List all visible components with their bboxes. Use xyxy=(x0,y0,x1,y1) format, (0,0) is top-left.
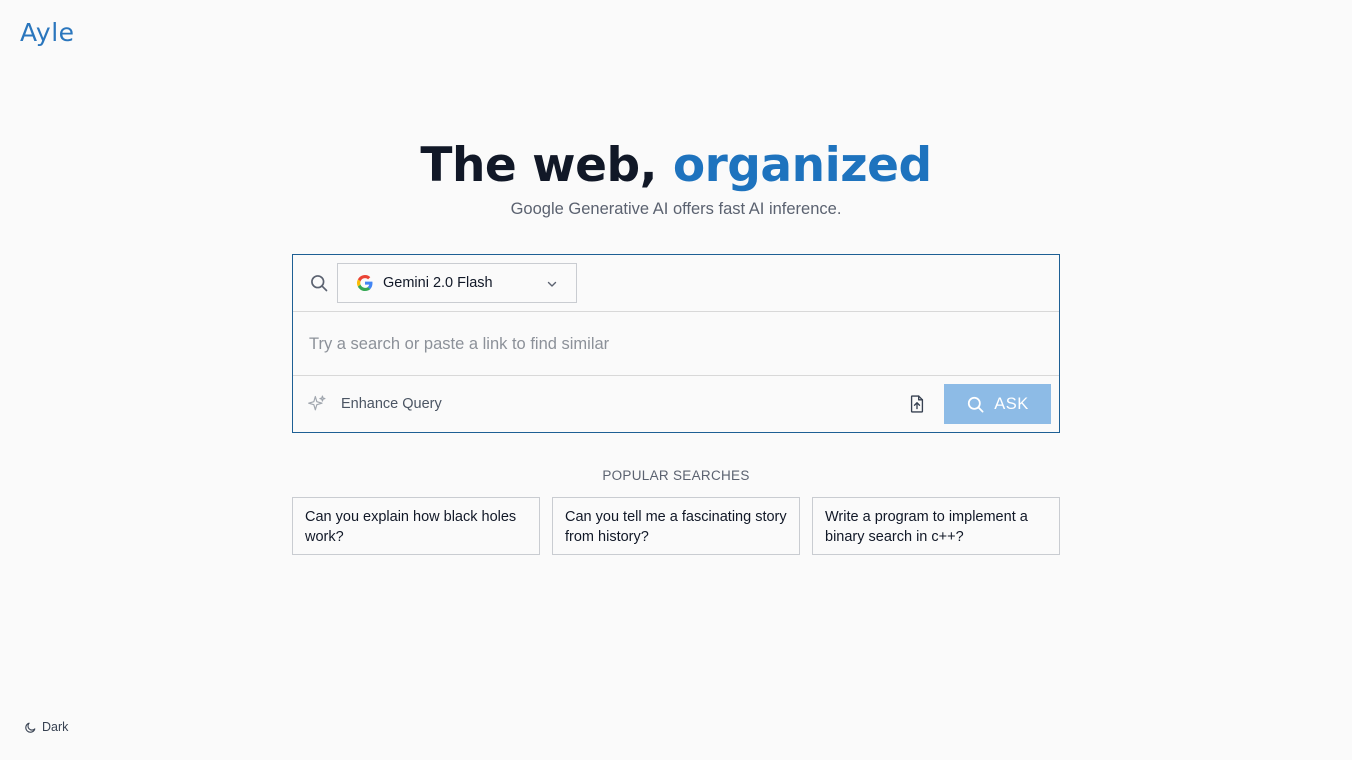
page-subtitle: Google Generative AI offers fast AI infe… xyxy=(510,200,842,218)
ask-button[interactable]: ASK xyxy=(944,384,1051,424)
theme-toggle-button[interactable]: Dark xyxy=(24,720,68,734)
search-actions: Enhance Query ASK xyxy=(293,376,1059,432)
logo[interactable]: Ayle xyxy=(20,18,75,47)
sparkle-icon[interactable] xyxy=(307,394,327,414)
enhance-query-button[interactable]: Enhance Query xyxy=(341,396,442,412)
search-toolbar: Gemini 2.0 Flash xyxy=(293,255,1059,312)
search-icon xyxy=(968,396,984,412)
title-main: The web, xyxy=(420,138,673,193)
model-select[interactable]: Gemini 2.0 Flash xyxy=(337,263,577,303)
search-box: Gemini 2.0 Flash Enhance Query ASK xyxy=(292,254,1060,433)
search-icon xyxy=(311,275,328,292)
popular-searches-title: POPULAR SEARCHES xyxy=(602,468,750,483)
chevron-down-icon xyxy=(547,281,557,287)
moon-icon xyxy=(25,722,36,733)
google-g-icon xyxy=(357,275,373,291)
query-row xyxy=(293,312,1059,376)
suggestion-card[interactable]: Can you explain how black holes work? xyxy=(292,497,540,555)
popular-searches: Can you explain how black holes work? Ca… xyxy=(292,497,1060,555)
suggestion-card[interactable]: Write a program to implement a binary se… xyxy=(812,497,1060,555)
theme-toggle-label: Dark xyxy=(42,720,69,734)
model-select-label: Gemini 2.0 Flash xyxy=(383,275,493,291)
file-upload-icon[interactable] xyxy=(907,394,927,414)
title-accent: organized xyxy=(672,138,932,193)
ask-button-label: ASK xyxy=(994,394,1029,413)
search-input[interactable] xyxy=(293,312,1059,375)
hero: The web, organized Google Generative AI … xyxy=(0,138,1352,219)
page-title: The web, organized xyxy=(0,138,1352,194)
suggestion-card[interactable]: Can you tell me a fascinating story from… xyxy=(552,497,800,555)
